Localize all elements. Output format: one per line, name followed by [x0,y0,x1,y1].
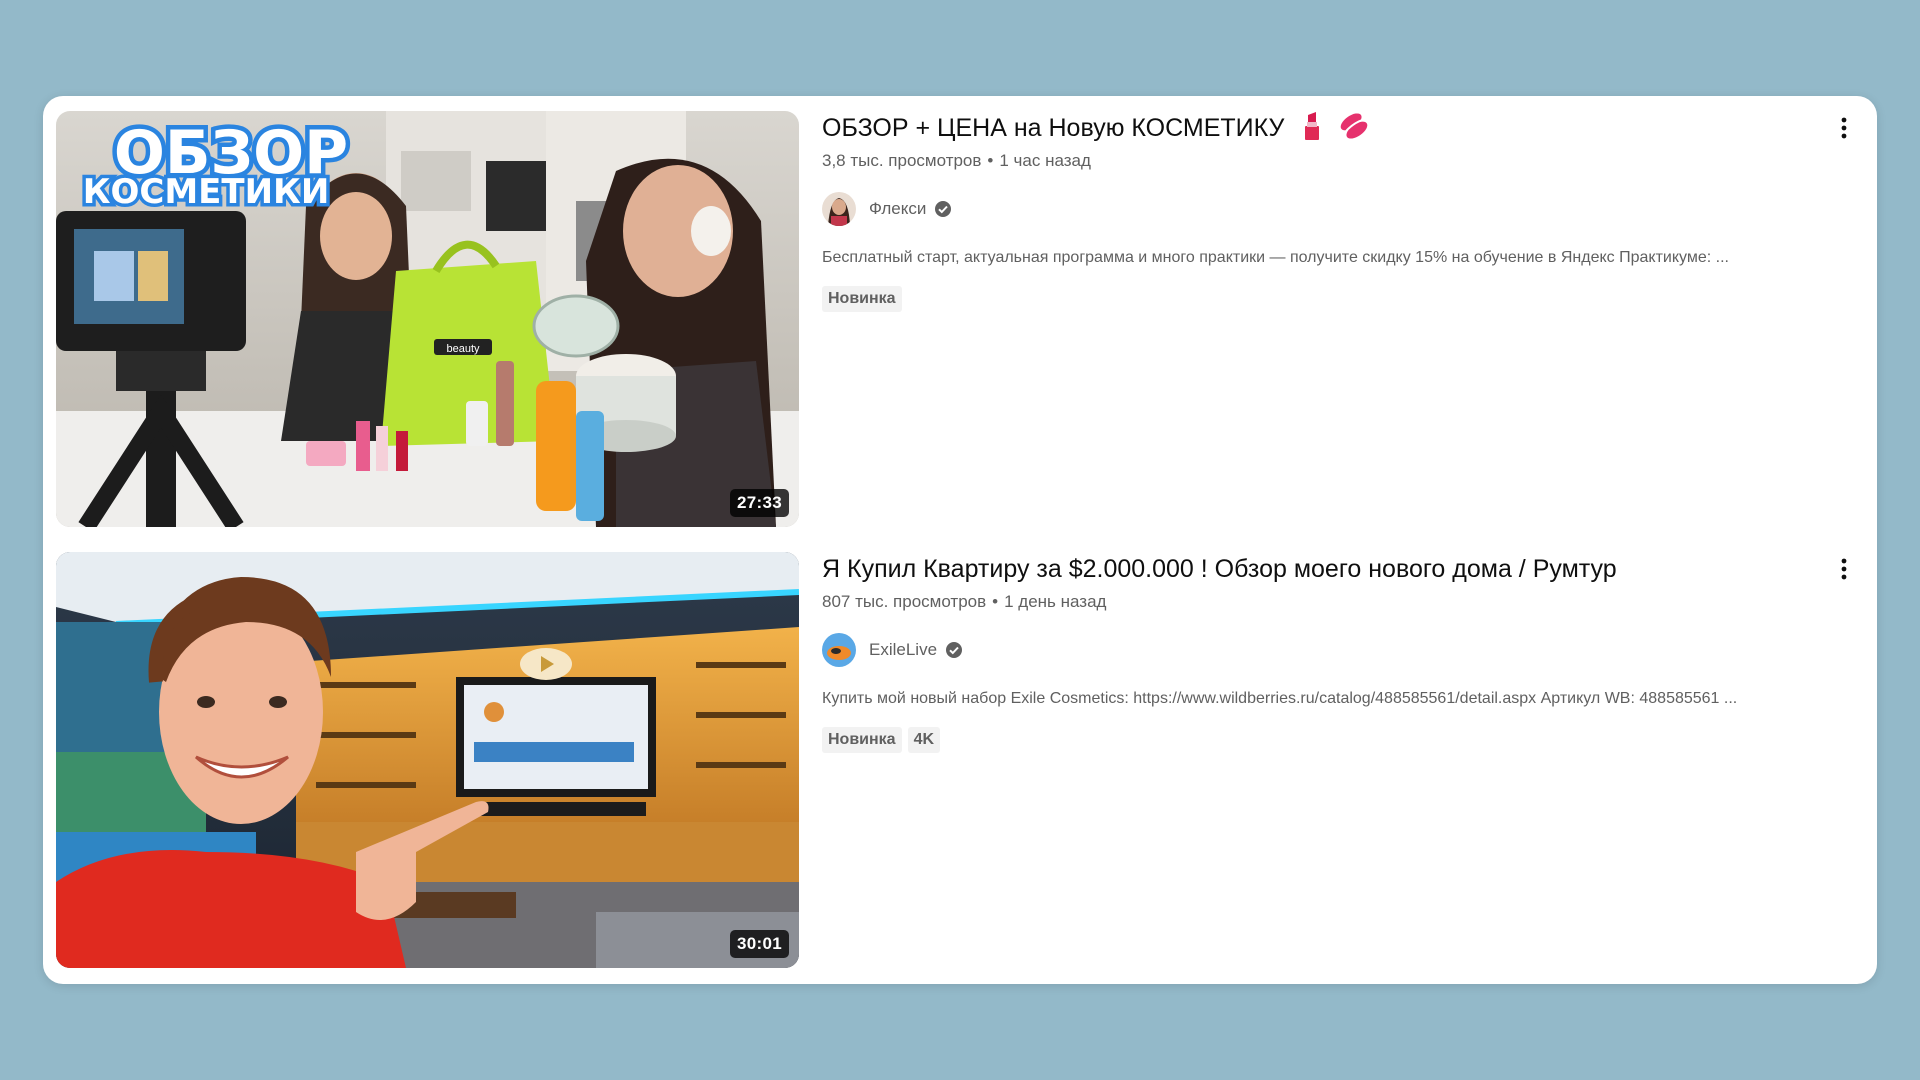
channel-info[interactable]: Флекси [822,191,952,227]
video-thumbnail[interactable]: 30:01 [56,552,799,968]
badge-list: Новинка 4K [822,727,941,753]
video-title[interactable]: Я Купил Квартиру за $2.000.000 ! Обзор м… [822,555,1617,583]
video-description: Бесплатный старт, актуальная программа и… [822,249,1729,266]
upload-age: 1 день назад [1004,592,1107,611]
video-info: Я Купил Квартиру за $2.000.000 ! Обзор м… [822,552,1862,968]
channel-info[interactable]: ExileLive [822,632,963,668]
badge-list: Новинка [822,286,902,312]
video-metadata: 3,8 тыс. просмотров • 1 час назад [822,151,1091,171]
video-duration: 30:01 [730,930,789,958]
video-description: Купить мой новый набор Exile Cosmetics: … [822,690,1738,707]
badge-new: Новинка [822,286,902,312]
video-result[interactable]: beauty ОБЗОР КОСМЕТИКИ 27:33 ОБЗОР + ЦЕН… [56,111,1864,527]
more-vert-icon [1841,558,1847,580]
channel-avatar[interactable] [822,633,856,667]
channel-name[interactable]: Флекси [869,199,926,219]
thumbnail-title-line2: КОСМЕТИКИ [83,172,330,212]
view-count: 807 тыс. просмотров [822,592,987,611]
more-vert-icon [1841,117,1847,139]
meta-separator: • [992,592,999,611]
video-result[interactable]: 30:01 Я Купил Квартиру за $2.000.000 ! О… [56,552,1864,968]
search-results-card: beauty ОБЗОР КОСМЕТИКИ 27:33 ОБЗОР + ЦЕН… [43,96,1877,984]
thumbnail-image-apartment [56,552,799,968]
upload-age: 1 час назад [999,151,1091,170]
video-title-row[interactable]: Я Купил Квартиру за $2.000.000 ! Обзор м… [822,552,1802,586]
bag-label: beauty [446,343,480,355]
lipstick-icon [1301,112,1323,149]
view-count: 3,8 тыс. просмотров [822,151,982,170]
badge-4k: 4K [907,727,941,753]
meta-separator: • [987,151,994,170]
verified-check-icon [946,642,963,658]
kiss-mark-icon [1340,112,1368,149]
video-title[interactable]: ОБЗОР + ЦЕНА на Новую КОСМЕТИКУ [822,114,1284,142]
more-actions-button[interactable] [1832,111,1856,145]
video-metadata: 807 тыс. просмотров • 1 день назад [822,592,1106,612]
video-duration: 27:33 [730,489,789,517]
verified-check-icon [935,201,952,217]
video-title-row[interactable]: ОБЗОР + ЦЕНА на Новую КОСМЕТИКУ [822,111,1802,149]
channel-name[interactable]: ExileLive [869,640,937,660]
more-actions-button[interactable] [1832,552,1856,586]
channel-avatar[interactable] [822,192,856,226]
video-info: ОБЗОР + ЦЕНА на Новую КОСМЕТИКУ 3,8 тыс.… [822,111,1862,527]
badge-new: Новинка [822,727,902,753]
thumbnail-image-cosmetics: beauty ОБЗОР КОСМЕТИКИ [56,111,799,527]
video-thumbnail[interactable]: beauty ОБЗОР КОСМЕТИКИ 27:33 [56,111,799,527]
